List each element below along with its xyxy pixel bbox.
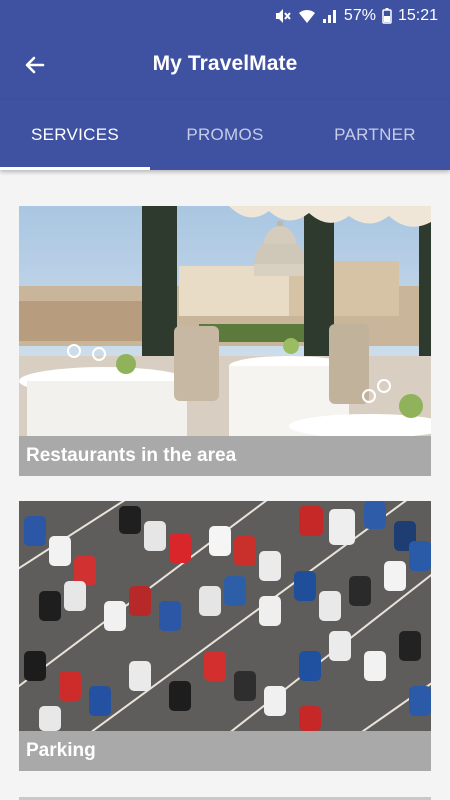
service-card-label: Restaurants in the area [19, 436, 431, 476]
page-title: My TravelMate [152, 52, 298, 75]
services-list: Restaurants in the area Parking [0, 170, 450, 800]
signal-icon [322, 10, 336, 23]
battery-icon [382, 8, 392, 24]
service-card-label: Parking [19, 731, 431, 771]
service-card-restaurants[interactable]: Restaurants in the area [19, 206, 431, 476]
clock: 15:21 [397, 7, 438, 24]
service-card-parking[interactable]: Parking [19, 501, 431, 771]
mute-icon [275, 9, 291, 23]
tab-promos[interactable]: PROMOS [150, 100, 300, 170]
tab-bar: SERVICES PROMOS PARTNER [0, 100, 450, 170]
tab-partner[interactable]: PARTNER [300, 100, 450, 170]
parking-image [19, 501, 431, 731]
status-bar: 57% 15:21 [0, 0, 450, 32]
wifi-icon [298, 9, 315, 23]
app-bar: My TravelMate [0, 32, 450, 100]
restaurant-image [19, 206, 431, 436]
battery-percent: 57% [343, 7, 376, 24]
tab-services[interactable]: SERVICES [0, 100, 150, 170]
